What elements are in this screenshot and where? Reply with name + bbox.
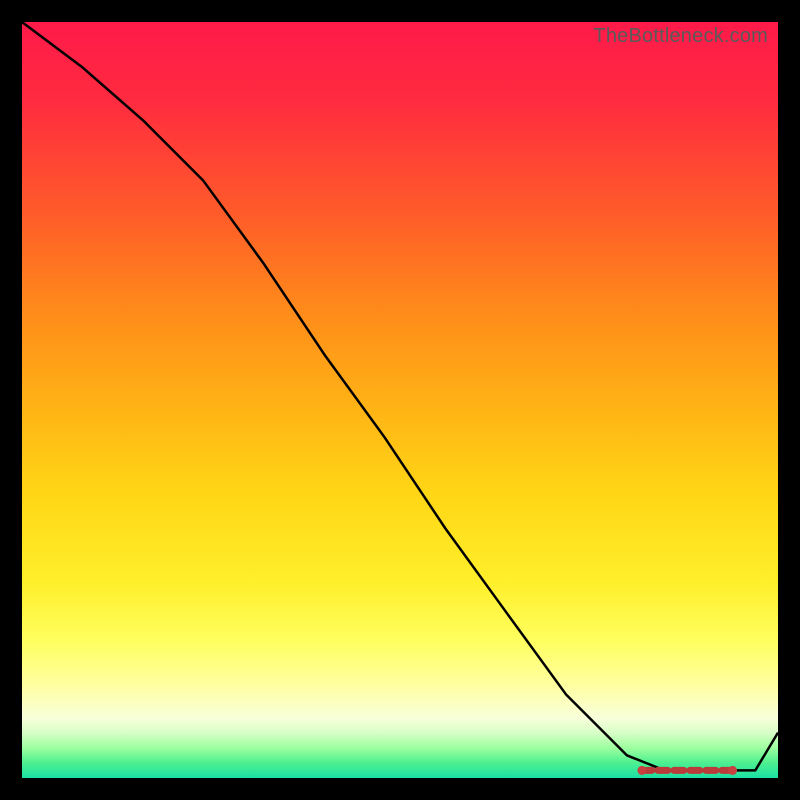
chart-container: TheBottleneck.com xyxy=(0,0,800,800)
bottleneck-curve xyxy=(22,22,778,770)
highlight-endpoint xyxy=(638,766,646,774)
highlight-endpoint xyxy=(729,766,737,774)
marker-group xyxy=(638,766,737,774)
line-layer xyxy=(22,22,778,778)
watermark-text: TheBottleneck.com xyxy=(593,25,768,48)
plot-area: TheBottleneck.com xyxy=(22,22,778,778)
